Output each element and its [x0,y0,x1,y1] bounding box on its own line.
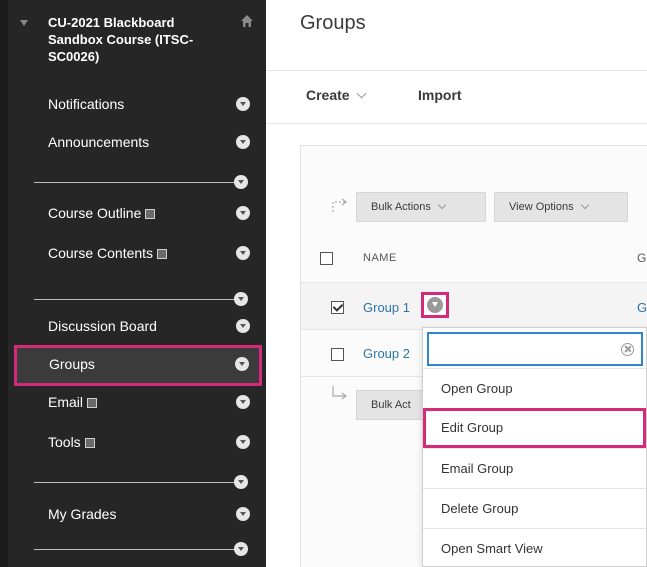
course-menu-sidebar: CU-2021 Blackboard Sandbox Course (ITSC-… [0,0,266,567]
chevron-down-icon[interactable] [234,292,248,306]
link-icon [84,438,95,448]
sidebar-item-label: Announcements [48,134,150,150]
home-icon[interactable] [240,14,254,28]
name-column-header[interactable]: NAME [363,252,397,264]
collapse-caret-icon[interactable] [20,20,28,26]
menu-item-open-smart-view[interactable]: Open Smart View [423,528,646,567]
bulk-actions-label: Bulk Actions [371,201,431,213]
sidebar-divider [34,482,244,483]
chevron-down-icon[interactable] [236,507,250,521]
chevron-down-icon [437,200,447,210]
sidebar-item-label: Notifications [48,96,125,112]
sidebar-item-discussion-board[interactable]: Discussion Board [16,308,262,344]
sidebar-item-label: Discussion Board [48,318,157,334]
sidebar-item-text: Course Outline [48,204,156,222]
sidebar-item-email[interactable]: Email [16,384,262,420]
view-options-label: View Options [509,201,574,213]
page-icon [145,209,156,219]
chevron-down-icon[interactable] [234,542,248,556]
bulk-actions-label: Bulk Act [371,399,411,411]
create-menu-button[interactable]: Create [306,87,367,103]
page-title: Groups [300,12,366,34]
page-icon [157,249,168,259]
sidebar-item-notifications[interactable]: Notifications [16,86,262,122]
sidebar-item-course-outline[interactable]: Course Outline [16,195,262,231]
chevron-down-icon [427,297,443,313]
chevron-down-icon[interactable] [234,175,248,189]
menu-item-open-group[interactable]: Open Group [423,368,646,408]
menu-search-input[interactable] [427,332,643,366]
sidebar-item-my-grades[interactable]: My Grades [16,496,262,532]
sidebar-edge [0,0,8,567]
group-name-link[interactable]: Group 2 [363,346,410,361]
sidebar-item-label: Email [48,394,84,410]
sidebar-divider [34,299,244,300]
divider [266,123,647,124]
chevron-down-icon[interactable] [236,435,250,449]
sidebar-item-tools[interactable]: Tools [16,424,262,460]
chevron-down-icon[interactable] [236,246,250,260]
chevron-down-icon [356,88,367,99]
sidebar-item-text: Tools [48,433,95,451]
sidebar-item-label: Groups [49,356,95,372]
menu-item-edit-group[interactable]: Edit Group [423,408,646,448]
table-row [301,283,647,329]
app-root: CU-2021 Blackboard Sandbox Course (ITSC-… [0,0,647,567]
row-checkbox[interactable] [331,301,344,314]
sidebar-item-label: My Grades [48,506,117,522]
select-all-checkbox[interactable] [320,252,333,265]
sidebar-item-label: Tools [48,434,81,450]
chevron-down-icon[interactable] [236,395,250,409]
chevron-down-icon[interactable] [235,357,249,371]
bulk-select-arrow-icon [332,198,347,212]
sidebar-item-groups[interactable]: Groups [14,345,262,386]
sidebar-item-announcements[interactable]: Announcements [16,124,262,160]
group-set-link[interactable]: G [637,300,647,315]
sidebar-item-text: Course Contents [48,244,168,262]
chevron-down-icon[interactable] [236,97,250,111]
sidebar-item-text: Email [48,393,98,411]
context-menu-button[interactable] [421,292,449,318]
chevron-down-icon[interactable] [236,206,250,220]
sidebar-divider [34,182,244,183]
chevron-down-icon [580,200,589,210]
sidebar-item-course-contents[interactable]: Course Contents [16,235,262,271]
sidebar-item-label: Course Contents [48,245,154,261]
link-icon [87,398,98,408]
menu-item-email-group[interactable]: Email Group [423,448,646,488]
chevron-down-icon[interactable] [234,475,248,489]
group-name-link[interactable]: Group 1 [363,300,410,315]
group-context-menu: Open Group Edit Group Email Group Delete… [422,327,647,567]
bulk-actions-button[interactable]: Bulk Actions [356,192,486,222]
course-title: CU-2021 Blackboard Sandbox Course (ITSC-… [48,15,194,64]
menu-item-delete-group[interactable]: Delete Group [423,488,646,528]
action-bar: Create Import [266,71,647,123]
chevron-down-icon[interactable] [236,135,250,149]
chevron-down-icon[interactable] [236,319,250,333]
clear-search-icon[interactable] [621,343,634,356]
bulk-select-arrow-icon [332,386,347,400]
import-button[interactable]: Import [418,87,462,103]
sidebar-divider [34,549,244,550]
sidebar-item-label: Course Outline [48,205,142,221]
row-checkbox[interactable] [331,348,344,361]
group-set-column-header[interactable]: G [637,251,646,265]
create-label: Create [306,87,350,103]
view-options-button[interactable]: View Options [494,192,628,222]
